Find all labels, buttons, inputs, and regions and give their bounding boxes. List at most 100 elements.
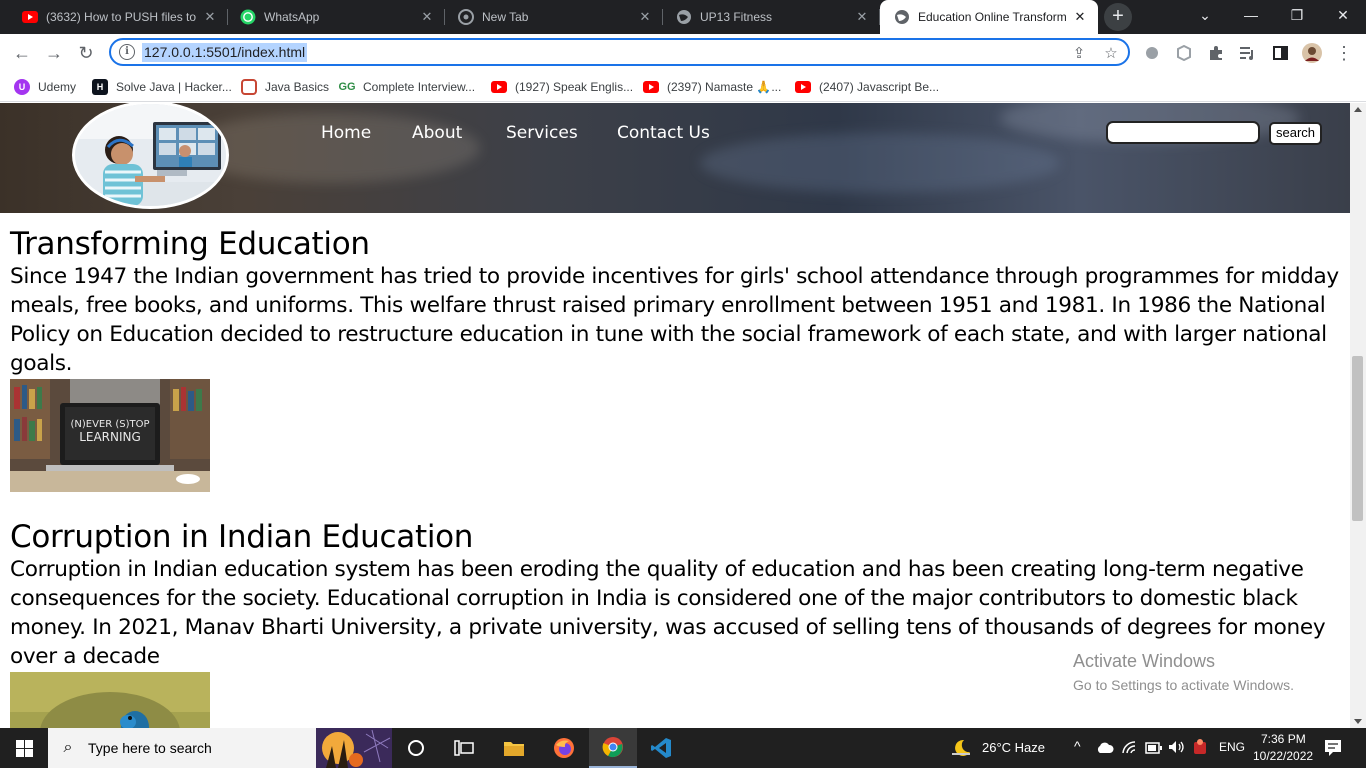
tab-title: Education Online Transform xyxy=(918,10,1067,24)
minimize-icon[interactable]: — xyxy=(1228,0,1274,30)
address-bar[interactable]: i 127.0.0.1:5501/index.html ⇪ ☆ xyxy=(109,38,1130,66)
extension-shield-icon[interactable] xyxy=(1172,41,1196,65)
article-transforming-education: Transforming Education Since 1947 the In… xyxy=(10,226,1345,492)
chrome-icon xyxy=(458,9,474,25)
app-notification-badge-icon[interactable] xyxy=(1192,738,1208,761)
nav-contact-us[interactable]: Contact Us xyxy=(617,123,710,143)
side-panel-icon[interactable] xyxy=(1268,41,1292,65)
browser-tab[interactable]: New Tab ✕ xyxy=(444,0,663,34)
nav-services[interactable]: Services xyxy=(506,123,578,143)
taskbar-search-placeholder: Type here to search xyxy=(88,740,212,756)
extensions-puzzle-icon[interactable] xyxy=(1204,41,1228,65)
tab-search-icon[interactable]: ⌄ xyxy=(1182,0,1228,30)
start-button[interactable] xyxy=(0,728,48,768)
vscode-icon[interactable] xyxy=(637,728,685,768)
task-view-button[interactable] xyxy=(392,728,440,768)
bookmark-item[interactable]: (2397) Namaste 🙏... xyxy=(643,77,781,97)
globe-icon xyxy=(676,9,692,25)
udemy-icon: U xyxy=(14,79,30,95)
back-icon[interactable]: ← xyxy=(10,41,34,65)
clock-time[interactable]: 7:36 PM xyxy=(1261,732,1306,746)
chrome-taskbar-icon[interactable] xyxy=(589,728,637,768)
site-info-icon[interactable]: i xyxy=(119,44,135,60)
article-title: Corruption in Indian Education xyxy=(10,519,474,555)
svg-text:LEARNING: LEARNING xyxy=(79,430,141,444)
article-body: Since 1947 the Indian government has tri… xyxy=(10,264,1339,376)
bookmark-label: Complete Interview... xyxy=(363,80,476,94)
scroll-up-arrow-icon[interactable] xyxy=(1354,107,1362,112)
notifications-icon[interactable] xyxy=(1324,739,1342,762)
page-viewport: Home About Services Contact Us search Tr… xyxy=(0,103,1350,728)
halloween-search-highlight-icon xyxy=(316,728,392,768)
kingfisher-image xyxy=(10,672,210,728)
site-header: Home About Services Contact Us search xyxy=(0,103,1350,213)
extension-icon[interactable] xyxy=(1140,41,1164,65)
bookmark-item[interactable]: (1927) Speak Englis... xyxy=(491,77,633,97)
page-scrollbar[interactable] xyxy=(1350,103,1366,728)
search-input[interactable] xyxy=(1106,121,1260,144)
file-explorer-icon[interactable] xyxy=(490,728,538,768)
gfg-icon: GG xyxy=(338,81,356,93)
forward-icon[interactable]: → xyxy=(42,41,66,65)
browser-tab-active[interactable]: Education Online Transform ✕ xyxy=(880,0,1098,34)
close-tab-icon[interactable]: ✕ xyxy=(202,9,218,25)
bookmark-label: Java Basics xyxy=(265,80,330,94)
bookmark-label: Solve Java | Hacker... xyxy=(116,80,232,94)
nav-about[interactable]: About xyxy=(412,123,462,143)
weather-text[interactable]: 26°C Haze xyxy=(982,740,1045,755)
url-text[interactable]: 127.0.0.1:5501/index.html xyxy=(142,43,308,62)
share-icon[interactable]: ⇪ xyxy=(1069,43,1089,63)
bookmark-label: (2397) Namaste 🙏... xyxy=(667,80,782,94)
article-corruption-in-education: Corruption in Indian Education Corruptio… xyxy=(10,519,1345,728)
wifi-icon[interactable] xyxy=(1121,740,1137,759)
bookmark-item[interactable]: (2407) Javascript Be... xyxy=(795,77,939,97)
never-stop-learning-image: (N)EVER (S)TOP LEARNING xyxy=(10,379,210,492)
youtube-icon xyxy=(643,79,659,95)
whatsapp-icon xyxy=(240,9,256,25)
firefox-icon[interactable] xyxy=(540,728,588,768)
bookmark-item[interactable]: GG Complete Interview... xyxy=(338,77,476,97)
search-button[interactable]: search xyxy=(1269,122,1322,145)
profile-avatar[interactable] xyxy=(1300,41,1324,65)
reload-icon[interactable]: ↻ xyxy=(74,41,98,65)
weather-moon-icon[interactable] xyxy=(950,738,972,763)
bookmark-item[interactable]: U Udemy xyxy=(14,77,76,97)
task-view-icon[interactable] xyxy=(440,728,488,768)
battery-icon[interactable] xyxy=(1145,741,1163,759)
site-logo[interactable] xyxy=(72,103,229,209)
browser-tab[interactable]: WhatsApp ✕ xyxy=(226,0,445,34)
browser-toolbar: ← → ↻ i 127.0.0.1:5501/index.html ⇪ ☆ ⋮ xyxy=(0,34,1366,72)
close-window-icon[interactable]: ✕ xyxy=(1320,0,1366,30)
globe-icon xyxy=(894,9,910,25)
close-tab-icon[interactable]: ✕ xyxy=(419,9,435,25)
bookmark-label: Udemy xyxy=(38,80,77,94)
close-tab-icon[interactable]: ✕ xyxy=(1072,9,1088,25)
restore-icon[interactable]: ❐ xyxy=(1274,0,1320,30)
browser-tab[interactable]: (3632) How to PUSH files to ✕ xyxy=(8,0,228,34)
youtube-icon xyxy=(22,9,38,25)
article-title: Transforming Education xyxy=(10,226,370,262)
scroll-down-arrow-icon[interactable] xyxy=(1354,719,1362,724)
close-tab-icon[interactable]: ✕ xyxy=(854,9,870,25)
nav-home[interactable]: Home xyxy=(321,123,371,143)
clock-date[interactable]: 10/22/2022 xyxy=(1253,749,1313,763)
browser-tab[interactable]: UP13 Fitness ✕ xyxy=(662,0,880,34)
watermark-title: Activate Windows xyxy=(1073,651,1216,671)
scroll-thumb[interactable] xyxy=(1352,356,1363,521)
bookmark-label: (1927) Speak Englis... xyxy=(515,80,634,94)
volume-icon[interactable] xyxy=(1168,740,1186,759)
windows-logo-icon xyxy=(15,739,33,757)
bookmark-star-icon[interactable]: ☆ xyxy=(1101,43,1121,63)
show-hidden-icons-icon[interactable]: ^ xyxy=(1074,738,1081,754)
media-queue-icon[interactable] xyxy=(1236,41,1260,65)
close-tab-icon[interactable]: ✕ xyxy=(637,9,653,25)
onedrive-cloud-icon[interactable] xyxy=(1096,741,1114,759)
taskbar-search-box[interactable]: ⌕ Type here to search xyxy=(48,728,392,768)
language-indicator[interactable]: ENG xyxy=(1219,740,1245,754)
tab-title: UP13 Fitness xyxy=(700,10,773,24)
bookmark-label: (2407) Javascript Be... xyxy=(819,80,940,94)
new-tab-button[interactable]: + xyxy=(1104,3,1132,31)
bookmark-item[interactable]: Java Basics xyxy=(241,77,329,97)
bookmark-item[interactable]: H Solve Java | Hacker... xyxy=(92,77,232,97)
menu-kebab-icon[interactable]: ⋮ xyxy=(1332,41,1356,65)
